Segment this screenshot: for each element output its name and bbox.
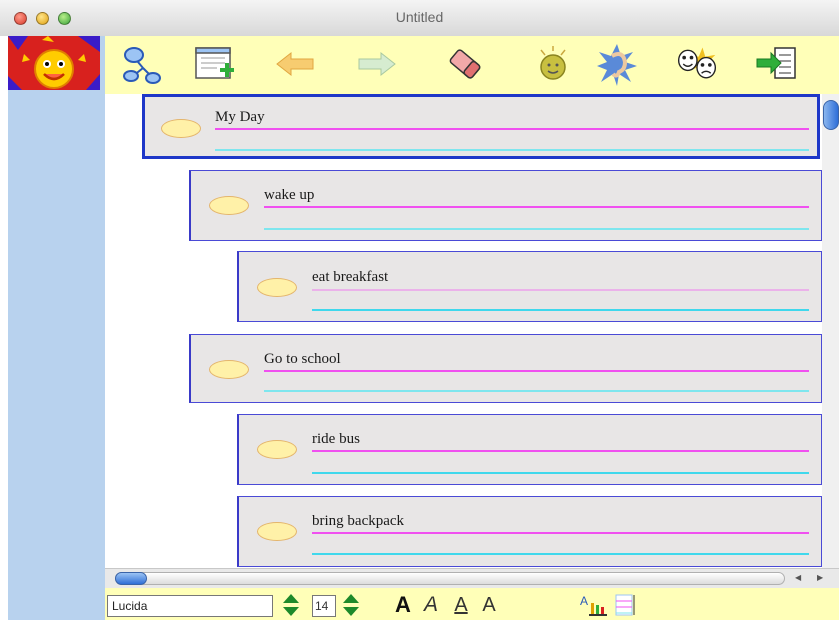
topic-bubble-icon[interactable] bbox=[209, 196, 249, 215]
node-text[interactable]: Go to school bbox=[264, 351, 341, 368]
diagram-view-icon[interactable] bbox=[119, 42, 163, 86]
app-logo bbox=[8, 36, 100, 90]
outline-node-eat-breakfast[interactable]: eat breakfast bbox=[237, 251, 822, 322]
font-size-field[interactable]: 14 bbox=[312, 595, 336, 617]
font-stepper-icon[interactable] bbox=[280, 592, 302, 618]
svg-text:A: A bbox=[580, 594, 588, 608]
line-style-icon[interactable] bbox=[613, 592, 637, 618]
title-bar: Untitled bbox=[0, 0, 839, 36]
node-text[interactable]: ride bus bbox=[312, 431, 360, 448]
horizontal-scroll-thumb[interactable] bbox=[115, 572, 147, 585]
topic-bubble-icon[interactable] bbox=[257, 440, 297, 459]
vertical-scroll-thumb[interactable] bbox=[823, 100, 839, 130]
entry-line bbox=[312, 289, 809, 291]
node-text[interactable]: wake up bbox=[264, 187, 314, 204]
node-text[interactable]: bring backpack bbox=[312, 513, 404, 530]
superscript-button[interactable]: A bbox=[477, 592, 501, 618]
notes-line bbox=[312, 472, 809, 474]
topic-bubble-icon[interactable] bbox=[209, 360, 249, 379]
outline-node-my-day[interactable]: My Day bbox=[142, 94, 820, 159]
sidebar bbox=[8, 36, 105, 620]
outline-node-ride-bus[interactable]: ride bus bbox=[237, 414, 822, 485]
eraser-icon[interactable] bbox=[443, 42, 487, 86]
topic-bubble-icon[interactable] bbox=[257, 278, 297, 297]
underline-button[interactable]: A bbox=[449, 592, 473, 618]
entry-line bbox=[312, 450, 809, 452]
arrow-left-icon[interactable] bbox=[273, 42, 317, 86]
scroll-right-arrow-icon[interactable]: ▶ bbox=[817, 573, 823, 582]
outline-node-bring-backpack[interactable]: bring backpack bbox=[237, 496, 822, 567]
topic-bubble-icon[interactable] bbox=[257, 522, 297, 541]
window-title: Untitled bbox=[395, 9, 444, 25]
font-name-field[interactable]: Lucida bbox=[107, 595, 273, 617]
ear-listen-icon[interactable] bbox=[595, 42, 639, 86]
notes-line bbox=[215, 149, 809, 151]
notes-line bbox=[312, 309, 809, 311]
outline-node-wake-up[interactable]: wake up bbox=[189, 170, 822, 241]
horizontal-scroll-track[interactable] bbox=[115, 572, 785, 585]
topic-bubble-icon[interactable] bbox=[161, 119, 201, 138]
node-text[interactable]: My Day bbox=[215, 109, 265, 126]
text-color-icon[interactable]: A bbox=[579, 592, 611, 618]
arrow-right-icon[interactable] bbox=[355, 42, 399, 86]
idea-bulb-icon[interactable] bbox=[531, 42, 575, 86]
scroll-left-arrow-icon[interactable]: ◀ bbox=[795, 573, 801, 582]
outline-canvas[interactable]: My Day wake up eat breakfast Go to schoo… bbox=[105, 94, 822, 568]
main-toolbar bbox=[105, 36, 839, 94]
add-topic-icon[interactable] bbox=[193, 42, 237, 86]
italic-button[interactable]: A bbox=[419, 592, 443, 618]
node-text[interactable]: eat breakfast bbox=[312, 269, 388, 286]
entry-line bbox=[215, 128, 809, 130]
outline-node-go-to-school[interactable]: Go to school bbox=[189, 334, 822, 403]
format-bar: Lucida 14 A A A A A bbox=[105, 588, 839, 620]
bold-button[interactable]: A bbox=[391, 592, 415, 618]
entry-line bbox=[264, 370, 809, 372]
notes-line bbox=[264, 390, 809, 392]
entry-line bbox=[264, 206, 809, 208]
size-stepper-icon[interactable] bbox=[340, 592, 362, 618]
theater-masks-icon[interactable] bbox=[675, 42, 719, 86]
horizontal-scrollbar[interactable]: ◀ ▶ bbox=[105, 568, 839, 588]
notes-line bbox=[264, 228, 809, 230]
export-list-icon[interactable] bbox=[755, 42, 799, 86]
notes-line bbox=[312, 553, 809, 555]
entry-line bbox=[312, 532, 809, 534]
vertical-scrollbar[interactable] bbox=[822, 94, 839, 568]
